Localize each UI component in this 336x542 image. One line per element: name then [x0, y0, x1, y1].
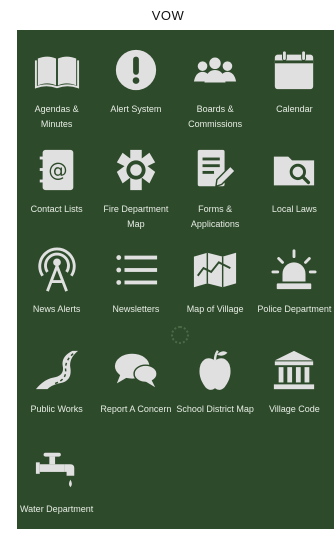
app-header: VOW	[0, 0, 336, 30]
tile-public-works[interactable]: Public Works	[17, 342, 96, 442]
menu-panel: Agendas & Minutes Alert System Boards & …	[17, 30, 334, 529]
tile-label: School District Map	[176, 404, 254, 414]
exclamation-icon	[110, 44, 162, 96]
tile-forms-applications[interactable]: Forms & Applications	[176, 142, 255, 242]
tile-contact-lists[interactable]: @ Contact Lists	[17, 142, 96, 242]
loading-spinner-icon	[171, 326, 189, 344]
tile-agendas-minutes[interactable]: Agendas & Minutes	[17, 42, 96, 142]
tile-police-department[interactable]: Police Department	[255, 242, 334, 342]
tile-map-of-village[interactable]: Map of Village	[176, 242, 255, 342]
tile-label: Village Code	[268, 404, 320, 414]
tile-fire-department-map[interactable]: Fire Department Map	[96, 142, 175, 242]
tile-label: Contact Lists	[30, 204, 83, 214]
tile-local-laws[interactable]: Local Laws	[255, 142, 334, 242]
list-icon	[110, 244, 162, 296]
calendar-icon	[268, 44, 320, 96]
tile-label: Fire Department Map	[103, 204, 169, 229]
form-pencil-icon	[189, 144, 241, 196]
book-icon	[31, 44, 83, 96]
faucet-icon	[31, 444, 83, 496]
tile-label: Boards & Commissions	[188, 104, 243, 129]
svg-text:@: @	[48, 159, 67, 182]
tile-school-district-map[interactable]: School District Map	[176, 342, 255, 442]
tile-label: Report A Concern	[100, 404, 172, 414]
tile-label: Forms & Applications	[190, 204, 240, 229]
siren-icon	[268, 244, 320, 296]
tile-label: Agendas & Minutes	[34, 104, 79, 129]
people-icon	[189, 44, 241, 96]
app-title: VOW	[151, 7, 185, 23]
chat-bubbles-icon	[110, 344, 162, 396]
tile-alert-system[interactable]: Alert System	[96, 42, 175, 142]
tile-label: Water Department	[20, 504, 94, 514]
courthouse-icon	[268, 344, 320, 396]
folder-search-icon	[268, 144, 320, 196]
road-icon	[31, 344, 83, 396]
fire-badge-icon	[110, 144, 162, 196]
tile-label: Public Works	[30, 404, 83, 414]
tile-label: Map of Village	[186, 304, 244, 314]
tile-report-a-concern[interactable]: Report A Concern	[96, 342, 175, 442]
address-book-icon: @	[31, 144, 83, 196]
tile-label: News Alerts	[32, 304, 81, 314]
tile-boards-commissions[interactable]: Boards & Commissions	[176, 42, 255, 142]
tile-label: Calendar	[276, 104, 313, 114]
tile-label: Alert System	[110, 104, 162, 114]
broadcast-tower-icon	[31, 244, 83, 296]
map-icon	[189, 244, 241, 296]
tile-calendar[interactable]: Calendar	[255, 42, 334, 142]
tile-label: Local Laws	[271, 204, 317, 214]
menu-grid: Agendas & Minutes Alert System Boards & …	[17, 42, 334, 542]
apple-icon	[189, 344, 241, 396]
tile-label: Police Department	[257, 304, 332, 314]
tile-newsletters[interactable]: Newsletters	[96, 242, 175, 342]
tile-news-alerts[interactable]: News Alerts	[17, 242, 96, 342]
tile-village-code[interactable]: Village Code	[255, 342, 334, 442]
tile-water-department[interactable]: Water Department	[17, 442, 96, 542]
tile-label: Newsletters	[112, 304, 160, 314]
